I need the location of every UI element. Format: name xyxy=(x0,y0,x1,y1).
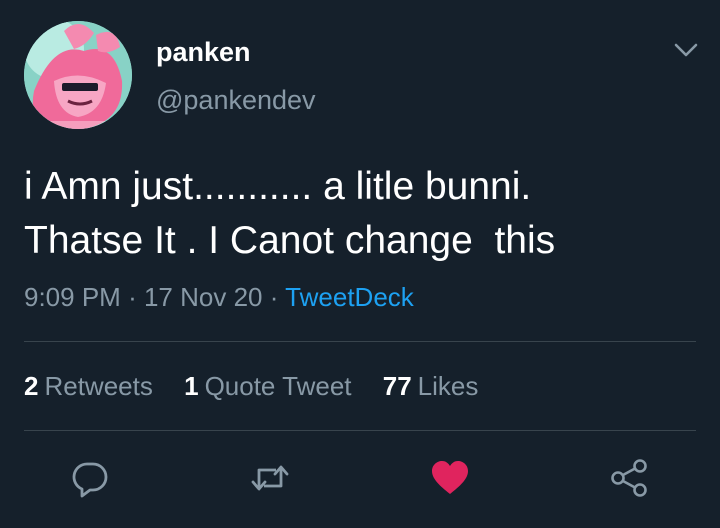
quotes-label: Quote Tweet xyxy=(204,371,352,401)
tweet-time[interactable]: 9:09 PM xyxy=(24,282,121,312)
retweet-button[interactable] xyxy=(250,458,290,498)
like-button[interactable] xyxy=(430,458,470,498)
tweet-date[interactable]: 17 Nov 20 xyxy=(144,282,263,312)
retweet-icon xyxy=(251,465,289,491)
like-icon xyxy=(432,461,468,494)
quote-tweets-stat[interactable]: 1 Quote Tweet xyxy=(184,369,351,403)
tweet-stats: 2 Retweets 1 Quote Tweet 77 Likes xyxy=(24,369,502,403)
author-handle[interactable]: @pankendev xyxy=(156,84,316,116)
retweets-label: Retweets xyxy=(44,371,153,401)
reply-icon xyxy=(72,462,108,498)
tweet-detail: panken @pankendev i Amn just........... … xyxy=(0,0,720,528)
divider xyxy=(24,341,696,342)
avatar[interactable] xyxy=(24,21,132,129)
likes-stat[interactable]: 77 Likes xyxy=(383,369,479,403)
quotes-count: 1 xyxy=(184,371,199,401)
share-icon xyxy=(611,459,647,497)
meta-separator: · xyxy=(128,282,137,312)
share-button[interactable] xyxy=(609,458,649,498)
avatar-image xyxy=(24,21,132,129)
retweets-stat[interactable]: 2 Retweets xyxy=(24,369,153,403)
likes-count: 77 xyxy=(382,371,412,401)
likes-label: Likes xyxy=(417,371,479,401)
reply-button[interactable] xyxy=(70,458,110,498)
tweet-source-link[interactable]: TweetDeck xyxy=(285,282,414,312)
tweet-metadata: 9:09 PM · 17 Nov 20 · TweetDeck xyxy=(24,280,414,314)
chevron-down-icon[interactable] xyxy=(672,38,700,62)
meta-separator: · xyxy=(269,282,279,312)
tweet-text: i Amn just........... a litle bunni. Tha… xyxy=(24,165,556,262)
retweets-count: 2 xyxy=(24,371,39,401)
divider xyxy=(24,430,696,431)
author-display-name[interactable]: panken xyxy=(156,36,251,68)
